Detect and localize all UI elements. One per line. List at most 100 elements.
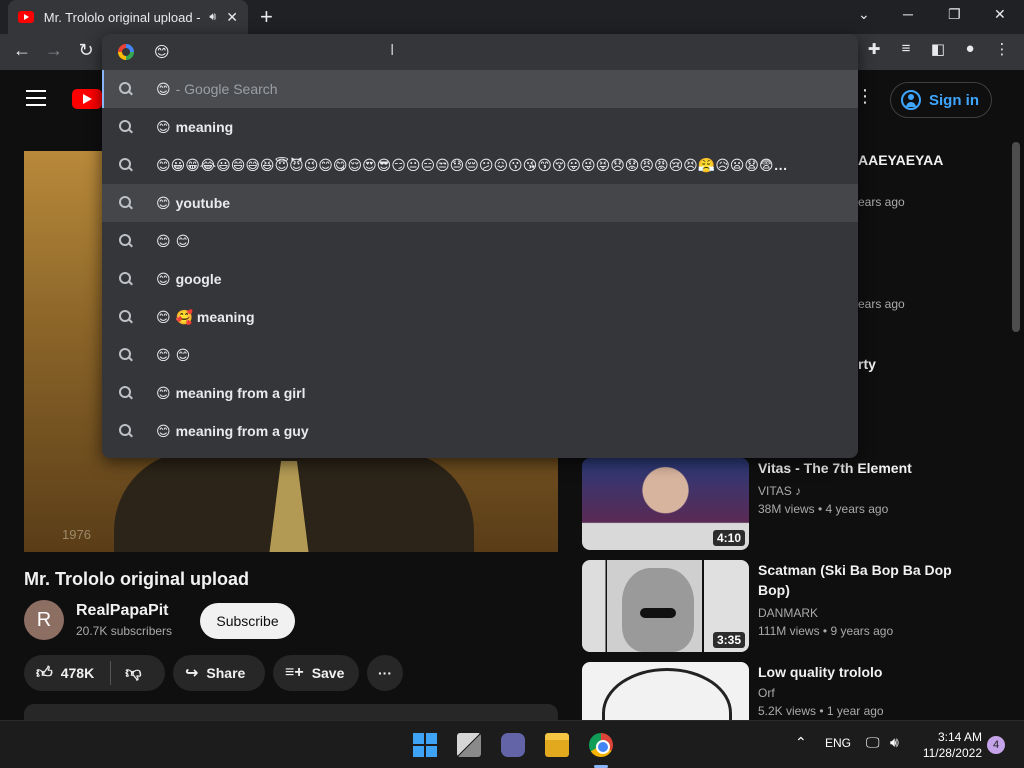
suggestion-query: 😊 [156,232,171,249]
search-icon [119,424,133,438]
chevron-up-icon[interactable]: ⌃ [795,734,807,751]
suggestion-text: - Google Search [175,81,278,97]
network-icon[interactable]: 🖵︎ [866,734,880,751]
share-label: Share [206,665,246,681]
address-bar-input[interactable]: 😊 I [102,34,858,70]
forward-arrow-icon[interactable]: → [42,40,66,61]
search-icon [119,196,133,210]
search-icon [119,272,133,286]
volume-icon[interactable]: 🔊︎ [890,734,899,751]
suggestion-text: meaning [175,119,234,135]
related-meta-partial: ears ago [858,195,905,209]
related-video-title[interactable]: Scatman (Ski Ba Bop Ba Dop Bop) [758,560,958,600]
omnibox-text[interactable]: 😊 [154,43,170,61]
video-title: Mr. Trololo original upload [24,569,249,589]
reload-icon[interactable]: ↻ [74,40,98,61]
like-count[interactable]: 478K [61,665,94,681]
related-video-title[interactable]: Low quality trololo [758,662,958,682]
omnibox-suggestion[interactable]: 😊 😊 [102,336,858,374]
browser-tab[interactable]: Mr. Trololo original upload - 🔊︎ ✕ [8,0,248,34]
hamburger-menu-icon[interactable] [26,90,46,111]
suggestion-query: 😊 [156,422,171,439]
thumbs-up-icon[interactable]: 👍︎ [36,664,53,683]
related-video-item[interactable]: Low quality trololo Orf 5.2K views • 1 y… [582,662,1002,720]
related-channel-name[interactable]: VITAS ♪ [758,484,801,498]
close-window-button[interactable]: ✕ [994,6,1006,23]
suggestion-query: 😊 [156,80,171,97]
omnibox-suggestion[interactable]: 😊😀😁😂😃😄😅😆😇😈😉😊😋😌😍😎😏😐😑😒😓😔😕😖😗😘😙😚😛😜😝😞😟😠😡😢😣😤😥😦… [102,146,858,184]
omnibox-suggestion[interactable]: 😊 meaning [102,108,858,146]
related-video-meta: 5.2K views • 1 year ago [758,704,884,718]
subscribe-button[interactable]: Subscribe [200,603,295,639]
settings-kebab-icon[interactable]: ⋮ [856,86,874,107]
tab-search-icon[interactable]: ⌄ [858,6,870,23]
account-circle-icon [901,90,921,110]
suggestion-text: google [175,271,222,287]
playlist-add-icon: ≡+ [285,664,304,681]
search-icon [119,310,133,324]
extensions-puzzle-icon[interactable]: ✚ [862,40,886,58]
related-meta-partial: ears ago [858,297,905,311]
omnibox-suggestion[interactable]: 😊 - Google Search [102,70,858,108]
omnibox-suggestion[interactable]: 😊 😊 [102,222,858,260]
speaker-icon[interactable]: 🔊︎ [209,11,216,24]
video-thumbnail[interactable]: 4:10 [582,458,749,550]
search-icon [119,82,133,96]
minimize-button[interactable]: ─ [903,6,913,22]
search-icon [119,158,133,172]
windows-start-icon[interactable] [413,733,437,757]
task-view-icon[interactable] [457,733,481,757]
language-indicator[interactable]: ENG [825,736,851,750]
omnibox-suggestion[interactable]: 😊 🥰 meaning [102,298,858,336]
related-title-partial[interactable]: rty [858,356,876,372]
sign-in-button[interactable]: Sign in [890,82,992,118]
suggestion-text: 🥰 meaning [175,308,255,325]
channel-avatar[interactable]: R [24,600,64,640]
side-panel-icon[interactable]: ◧ [926,40,950,58]
more-actions-button[interactable]: ··· [367,655,403,691]
youtube-logo[interactable] [72,89,102,109]
sign-in-label: Sign in [929,91,979,109]
channel-name[interactable]: RealPapaPit [76,602,168,620]
share-arrow-icon: ↪ [185,665,199,682]
file-explorer-icon[interactable] [545,733,569,757]
related-video-item[interactable]: 4:10 Vitas - The 7th Element VITAS ♪ 38M… [582,458,1002,550]
clock[interactable]: 3:14 AM 11/28/2022 [914,729,982,761]
related-channel-name[interactable]: Orf [758,686,775,700]
related-video-title[interactable]: Vitas - The 7th Element [758,458,958,478]
thumbs-down-icon[interactable]: 👎︎ [125,664,141,683]
search-icon [119,348,133,362]
omnibox-suggestion[interactable]: 😊 google [102,260,858,298]
video-year-overlay: 1976 [62,527,91,542]
teams-chat-icon[interactable] [501,733,525,757]
media-control-icon[interactable]: ≡ [894,40,918,57]
duration-badge: 3:35 [712,632,745,648]
related-video-meta: 111M views • 9 years ago [758,624,894,638]
notification-badge[interactable]: 4 [987,736,1005,754]
subscriber-count: 20.7K subscribers [76,624,173,638]
omnibox-suggestion[interactable]: 😊 youtube [102,184,858,222]
suggestion-query: 😊 [156,384,171,401]
related-channel-name[interactable]: DANMARK [758,606,818,620]
maximize-button[interactable]: ❐ [948,6,961,23]
video-thumbnail[interactable] [582,662,749,720]
omnibox-suggestion[interactable]: 😊 meaning from a guy [102,412,858,450]
profile-icon[interactable]: ● [958,40,982,57]
suggestion-query: 😊 [156,308,171,325]
video-thumbnail[interactable]: 3:35 [582,560,749,652]
new-tab-button[interactable]: + [260,4,273,30]
omnibox-suggestion[interactable]: 😊 meaning from a girl [102,374,858,412]
page-scrollbar[interactable] [1012,142,1020,332]
chrome-menu-icon[interactable]: ⋮ [990,40,1014,58]
search-icon [119,234,133,248]
youtube-favicon-icon [18,11,34,23]
related-title-partial[interactable]: AAEYAEYAA [858,152,943,168]
share-button[interactable]: ↪ Share [173,655,265,691]
related-video-item[interactable]: 3:35 Scatman (Ski Ba Bop Ba Dop Bop) DAN… [582,560,1002,652]
suggestion-list: 😊 - Google Search 😊 meaning 😊😀😁😂😃😄😅😆😇😈😉😊😋😌… [102,70,858,450]
chrome-taskbar-icon[interactable] [589,733,613,757]
description-box[interactable] [24,704,558,720]
save-button[interactable]: ≡+ Save [273,655,359,691]
tab-close-icon[interactable]: ✕ [226,9,238,26]
back-arrow-icon[interactable]: ← [10,40,34,61]
